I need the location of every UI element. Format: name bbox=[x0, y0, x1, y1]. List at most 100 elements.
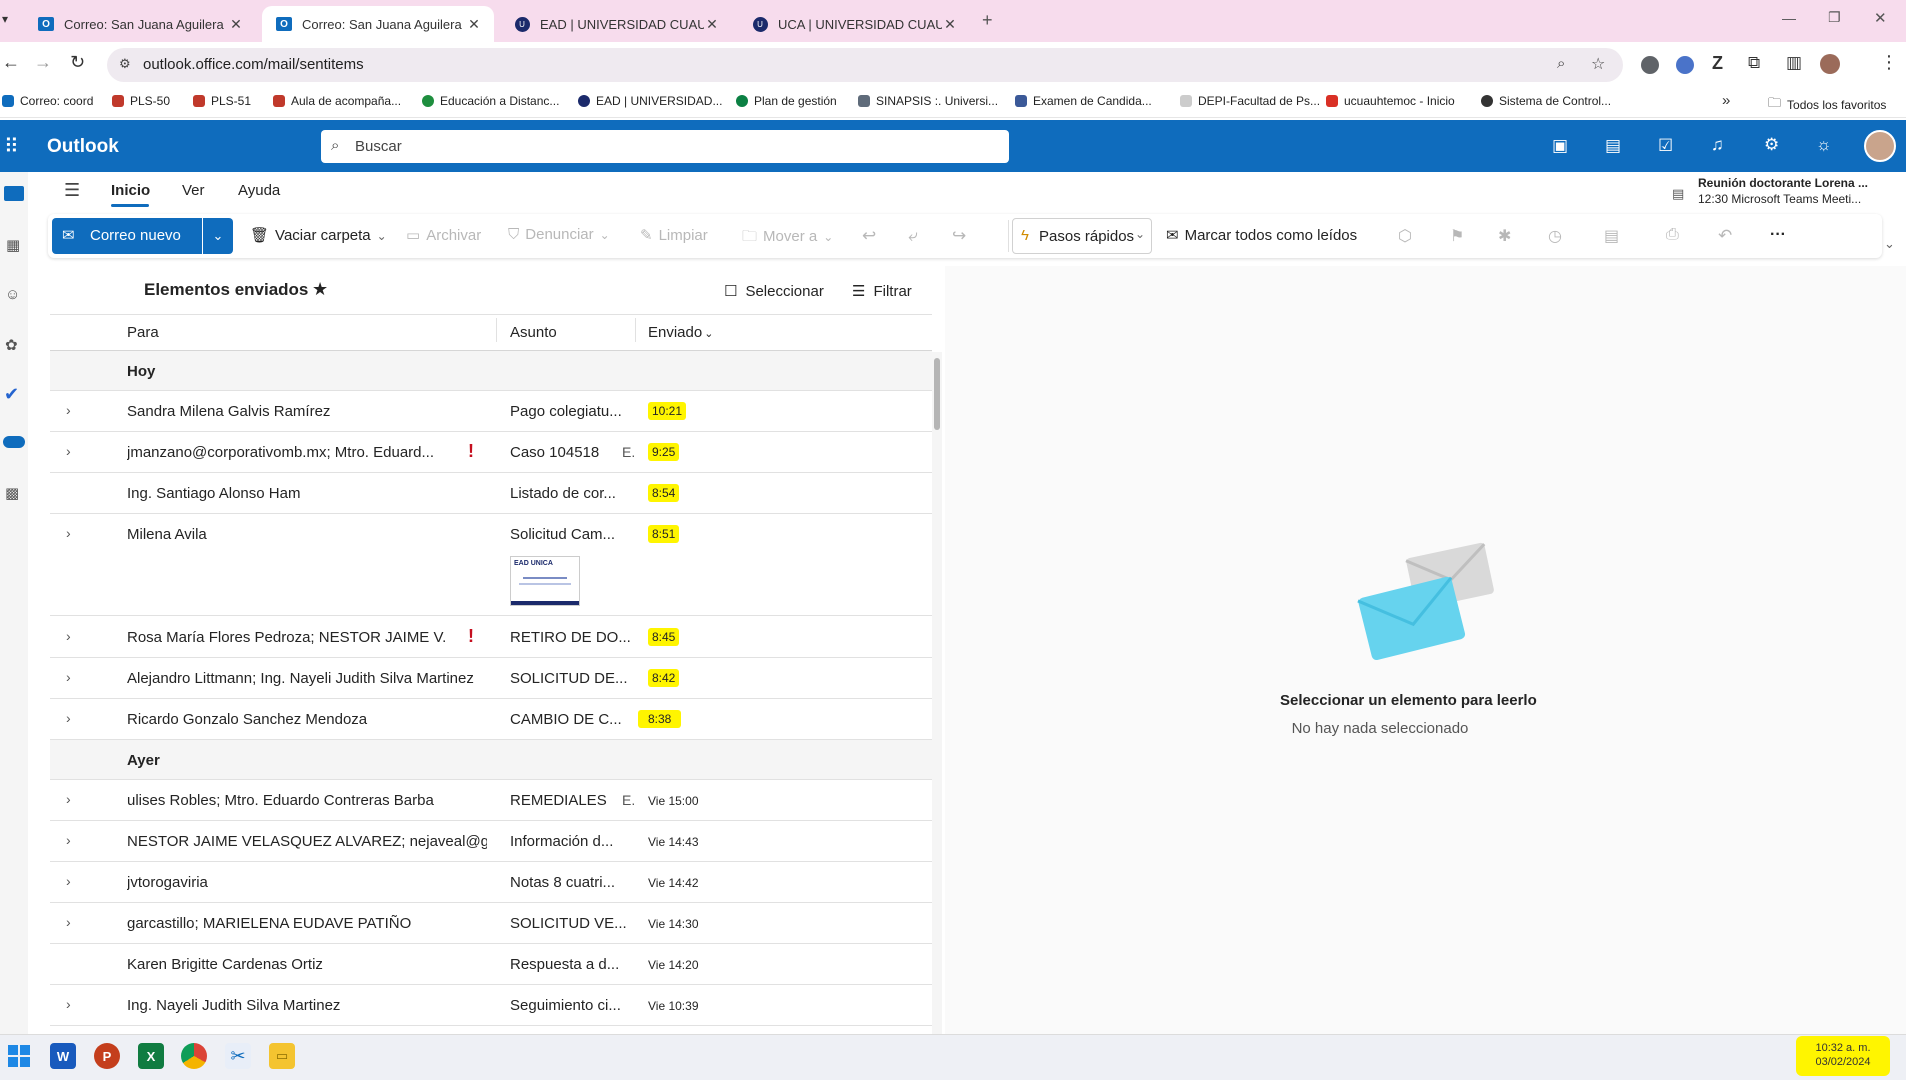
teams-icon[interactable]: ▣ bbox=[1552, 136, 1568, 156]
tab-ver[interactable]: Ver bbox=[182, 182, 205, 199]
tab-inicio[interactable]: Inicio bbox=[111, 182, 150, 199]
attachment-thumbnail[interactable]: EAD UNICA bbox=[510, 556, 580, 606]
browser-tab-1[interactable]: O Correo: San Juana Aguilera Rub ✕ bbox=[24, 6, 256, 42]
pin-icon[interactable]: ✱ bbox=[1498, 226, 1511, 246]
browser-tab-4[interactable]: U UCA | UNIVERSIDAD CUAUHTÉMOC ✕ bbox=[738, 6, 970, 42]
start-icon[interactable] bbox=[8, 1045, 30, 1067]
message-row[interactable]: › Rosa María Flores Pedroza; NESTOR JAIM… bbox=[50, 617, 932, 658]
bookmark[interactable]: ucuauhtemoc - Inicio bbox=[1326, 94, 1455, 108]
flag-icon[interactable]: ⚑ bbox=[1450, 226, 1464, 246]
zotero-extension-icon[interactable]: Z bbox=[1712, 53, 1723, 74]
expand-chevron-icon[interactable]: › bbox=[66, 525, 71, 541]
bookmark[interactable]: EAD | UNIVERSIDAD... bbox=[578, 94, 722, 108]
message-row[interactable]: › jvtorogaviria Notas 8 cuatri... Vie 14… bbox=[50, 862, 932, 903]
print-icon[interactable]: ⎙ bbox=[1666, 226, 1679, 244]
message-row[interactable]: › Ing. Nayeli Judith Silva Martinez Segu… bbox=[50, 985, 932, 1026]
onedrive-icon[interactable] bbox=[3, 436, 25, 448]
powerpoint-icon[interactable]: P bbox=[94, 1043, 120, 1069]
close-window-icon[interactable]: ✕ bbox=[1874, 9, 1887, 27]
app-launcher-icon[interactable]: ⠿ bbox=[4, 134, 19, 159]
mark-all-read-button[interactable]: ✉ Marcar todos como leídos bbox=[1166, 226, 1357, 244]
new-mail-button[interactable]: ✉ Correo nuevo bbox=[52, 218, 202, 254]
message-row[interactable]: › Alejandro Littmann; Ing. Nayeli Judith… bbox=[50, 658, 932, 699]
column-header-subject[interactable]: Asunto bbox=[510, 324, 557, 341]
message-row[interactable]: › Sandra Milena Galvis Ramírez Pago cole… bbox=[50, 391, 932, 432]
forward-icon[interactable]: → bbox=[34, 52, 52, 73]
notifications-bell-icon[interactable]: ♫ bbox=[1711, 135, 1724, 155]
my-day-icon[interactable]: ☑ bbox=[1658, 136, 1673, 156]
filter-button[interactable]: ☰ Filtrar bbox=[852, 282, 912, 300]
site-info-icon[interactable]: ⚙ bbox=[119, 56, 131, 72]
expand-chevron-icon[interactable]: › bbox=[66, 791, 71, 807]
scrollbar-thumb[interactable] bbox=[934, 358, 940, 430]
restore-icon[interactable]: ❐ bbox=[1828, 9, 1841, 26]
quick-steps-button[interactable]: ϟ Pasos rápidos ⌄ bbox=[1012, 218, 1152, 254]
nav-toggle-icon[interactable]: ☰ bbox=[64, 180, 80, 201]
new-tab-plus-icon[interactable]: + bbox=[982, 10, 993, 31]
reply-all-icon[interactable]: ⤶ bbox=[908, 226, 918, 246]
bookmark[interactable]: Correo: coord bbox=[2, 94, 93, 108]
group-header-yesterday[interactable]: Ayer bbox=[50, 740, 932, 780]
expand-chevron-icon[interactable]: › bbox=[66, 402, 71, 418]
column-header-to[interactable]: Para bbox=[127, 324, 159, 341]
new-mail-dropdown-chevron-icon[interactable]: ⌄ bbox=[203, 218, 233, 254]
browser-menu-icon[interactable]: ⋮ bbox=[1880, 52, 1898, 73]
side-panel-icon[interactable]: ▥ bbox=[1786, 53, 1802, 73]
zoom-icon[interactable]: ⌕ bbox=[1557, 55, 1565, 72]
bookmark[interactable]: Aula de acompaña... bbox=[273, 94, 401, 108]
minimize-icon[interactable]: — bbox=[1782, 10, 1796, 26]
people-icon[interactable]: ☺ bbox=[5, 286, 20, 303]
snooze-clock-icon[interactable]: ◷ bbox=[1548, 226, 1562, 246]
mail-icon[interactable] bbox=[4, 186, 24, 201]
calendar-icon[interactable]: ▦ bbox=[6, 236, 20, 254]
bookmark[interactable]: Sistema de Control... bbox=[1481, 94, 1611, 108]
close-tab-icon[interactable]: ✕ bbox=[942, 16, 958, 33]
browser-tab-2[interactable]: O Correo: San Juana Aguilera Rub ✕ bbox=[262, 6, 494, 42]
message-row[interactable]: Karen Brigitte Cardenas Ortiz Respuesta … bbox=[50, 944, 932, 985]
tab-ayuda[interactable]: Ayuda bbox=[238, 182, 280, 199]
file-explorer-icon[interactable]: ▭ bbox=[269, 1043, 295, 1069]
report-button[interactable]: ⛉ Denunciar ⌄ bbox=[508, 226, 610, 243]
sweep-button[interactable]: ✎ Limpiar bbox=[640, 226, 708, 244]
expand-chevron-icon[interactable]: › bbox=[66, 628, 71, 644]
bookmark[interactable]: PLS-51 bbox=[193, 94, 251, 108]
message-row[interactable]: › ulises Robles; Mtro. Eduardo Contreras… bbox=[50, 780, 932, 821]
expand-chevron-icon[interactable]: › bbox=[66, 832, 71, 848]
more-options-icon[interactable]: ··· bbox=[1770, 226, 1786, 244]
snipping-icon[interactable]: ✂ bbox=[225, 1043, 251, 1069]
message-row[interactable]: › Ricardo Gonzalo Sanchez Mendoza CAMBIO… bbox=[50, 699, 932, 740]
bookmark[interactable]: Examen de Candida... bbox=[1015, 94, 1152, 108]
extensions-puzzle-icon[interactable]: ⧉ bbox=[1748, 53, 1760, 73]
undo-icon[interactable]: ↶ bbox=[1718, 226, 1732, 246]
onenote-icon[interactable]: ▤ bbox=[1605, 136, 1621, 156]
bookmark-star-icon[interactable]: ☆ bbox=[1591, 54, 1605, 74]
rules-icon[interactable]: ▤ bbox=[1604, 226, 1619, 246]
bookmark[interactable]: Plan de gestión bbox=[736, 94, 837, 108]
bookmark[interactable]: DEPI-Facultad de Ps... bbox=[1180, 94, 1320, 108]
extension-icon[interactable] bbox=[1641, 56, 1659, 74]
bookmark[interactable]: Educación a Distanc... bbox=[422, 94, 559, 108]
expand-chevron-icon[interactable]: › bbox=[66, 873, 71, 889]
empty-folder-button[interactable]: 🗑 Vaciar carpeta ⌄ bbox=[250, 226, 387, 244]
groups-icon[interactable]: ✿ bbox=[5, 336, 18, 354]
back-icon[interactable]: ← bbox=[2, 52, 20, 73]
tips-lightbulb-icon[interactable]: ☼ bbox=[1816, 135, 1832, 155]
browser-tab-3[interactable]: U EAD | UNIVERSIDAD CUAUHTÉMOC ✕ bbox=[500, 6, 732, 42]
user-avatar[interactable] bbox=[1864, 130, 1896, 162]
forward-mail-icon[interactable]: ↪ bbox=[952, 226, 966, 246]
tab-search-chevron-icon[interactable]: ▾ bbox=[2, 12, 8, 26]
more-apps-icon[interactable]: ▩ bbox=[5, 484, 19, 502]
message-row[interactable]: › jmanzano@corporativomb.mx; Mtro. Eduar… bbox=[50, 432, 932, 473]
expand-chevron-icon[interactable]: › bbox=[66, 996, 71, 1012]
system-clock[interactable]: 10:32 a. m. 03/02/2024 bbox=[1796, 1036, 1890, 1076]
chrome-icon[interactable] bbox=[181, 1043, 207, 1069]
message-row[interactable]: › Milena Avila Solicitud Cam... 8:51 EAD… bbox=[50, 514, 932, 616]
favorite-star-icon[interactable]: ★ bbox=[312, 279, 328, 300]
reply-icon[interactable]: ↩ bbox=[862, 226, 876, 246]
app-title[interactable]: Outlook bbox=[47, 136, 119, 158]
close-tab-icon[interactable]: ✕ bbox=[466, 16, 482, 33]
word-icon[interactable]: W bbox=[50, 1043, 76, 1069]
archive-button[interactable]: ▭ Archivar bbox=[406, 226, 481, 244]
close-tab-icon[interactable]: ✕ bbox=[704, 16, 720, 33]
scrollbar-track[interactable] bbox=[932, 352, 942, 1034]
